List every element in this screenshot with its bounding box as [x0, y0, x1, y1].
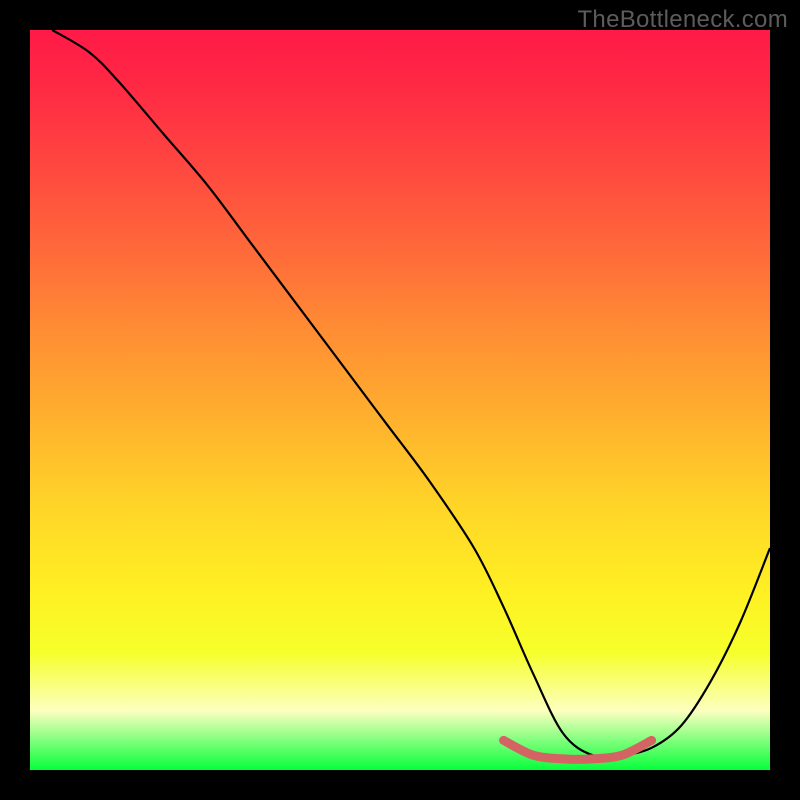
- plot-area: [30, 30, 770, 770]
- watermark-label: TheBottleneck.com: [577, 6, 788, 34]
- chart-frame: TheBottleneck.com: [0, 0, 800, 800]
- curve-layer: [30, 30, 770, 770]
- bottleneck-curve: [52, 30, 770, 757]
- optimal-range-marker: [504, 740, 652, 759]
